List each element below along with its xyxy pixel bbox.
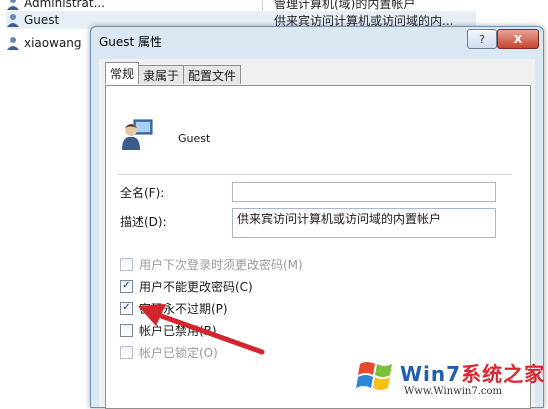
list-item-description: 管理计算机(域)的内置帐户 [274, 0, 416, 11]
option-account-disabled[interactable]: 帐户已禁用(B) [120, 322, 217, 338]
fullname-field[interactable] [232, 182, 496, 202]
tab-member-of[interactable]: 隶属于 [138, 65, 185, 84]
option-account-locked[interactable]: 帐户已锁定(O) [120, 344, 218, 360]
windows-logo-icon [356, 362, 392, 390]
help-button[interactable]: ? [467, 29, 497, 49]
list-item-name: Administrat... [24, 0, 105, 10]
watermark-title: Win7系统之家 [400, 358, 545, 387]
list-item-name: Guest [24, 13, 60, 27]
close-icon: X [513, 32, 523, 46]
description-label: 描述(D): [120, 215, 167, 229]
option-password-never-expires[interactable]: ✓ 密码永不过期(P) [120, 300, 228, 316]
tab-general[interactable]: 常规 [105, 62, 140, 84]
user-display-name: Guest [178, 132, 211, 145]
description-field[interactable]: 供来宾访问计算机或访问域的内置帐户 [232, 208, 496, 238]
user-icon [7, 14, 19, 27]
checkbox[interactable]: ✓ [120, 301, 133, 315]
watermark-title-prefix: Win7 [400, 362, 462, 386]
user-avatar-icon [122, 119, 153, 150]
watermark-url: Www.Winwin7.com [404, 386, 502, 397]
separator [118, 174, 512, 175]
tab-strip: 常规 隶属于 配置文件 [105, 62, 242, 85]
watermark-title-suffix: 系统之家 [461, 362, 546, 386]
list-item[interactable]: xiaowang [6, 34, 82, 52]
option-label: 帐户已禁用(B) [139, 323, 217, 338]
option-label: 帐户已锁定(O) [139, 345, 218, 360]
tab-profile[interactable]: 配置文件 [183, 65, 242, 84]
checkbox[interactable] [120, 323, 133, 337]
fullname-label: 全名(F): [120, 186, 165, 200]
list-item-name: xiaowang [24, 36, 82, 50]
watermark: Win7系统之家 Www.Winwin7.com [352, 354, 548, 405]
option-must-change-password[interactable]: 用户下次登录时须更改密码(M) [120, 256, 303, 272]
dialog-title: Guest 属性 [99, 35, 163, 49]
help-icon: ? [479, 32, 485, 46]
checkbox[interactable] [120, 345, 133, 359]
title-bar[interactable]: Guest 属性 ? X [91, 27, 543, 55]
close-button[interactable]: X [497, 29, 539, 49]
option-cannot-change-password[interactable]: ✓ 用户不能更改密码(C) [120, 278, 253, 294]
option-label: 密码永不过期(P) [139, 301, 228, 316]
user-icon [7, 0, 19, 10]
properties-dialog: Guest 属性 ? X 常规 隶属于 配置文件 Guest 全名(F): 描述… [90, 26, 544, 409]
option-label: 用户下次登录时须更改密码(M) [139, 257, 303, 272]
checkbox[interactable] [120, 257, 133, 271]
option-label: 用户不能更改密码(C) [139, 279, 253, 294]
user-icon [7, 37, 19, 50]
checkbox[interactable]: ✓ [120, 279, 133, 293]
